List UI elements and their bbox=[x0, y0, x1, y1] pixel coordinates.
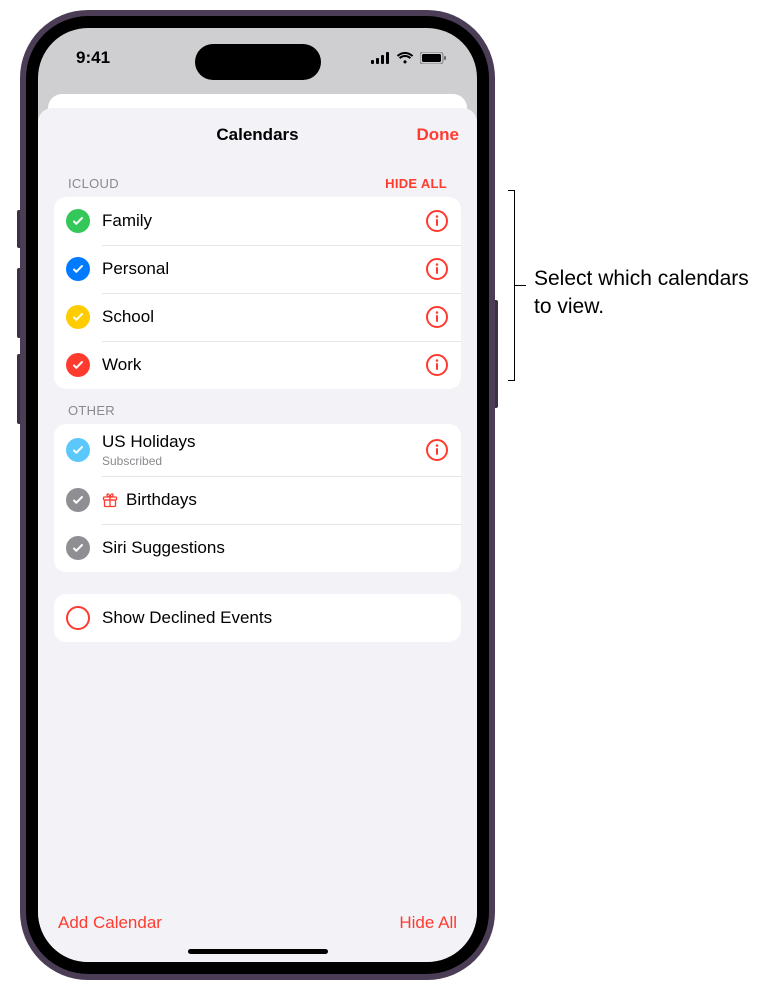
status-time: 9:41 bbox=[76, 48, 110, 68]
volume-up-button bbox=[17, 268, 20, 338]
calendar-row-us-holidays[interactable]: US Holidays Subscribed bbox=[54, 424, 461, 476]
info-icon[interactable] bbox=[425, 305, 449, 329]
info-icon[interactable] bbox=[425, 209, 449, 233]
section-title-other: OTHER bbox=[68, 403, 115, 418]
callout-text: Select which calendars to view. bbox=[534, 265, 764, 322]
calendar-label: US Holidays bbox=[102, 432, 413, 452]
calendar-label: School bbox=[102, 307, 413, 327]
iphone-frame: 9:41 bbox=[20, 10, 495, 980]
calendars-sheet: Calendars Done ICLOUD HIDE ALL bbox=[38, 108, 477, 962]
info-icon[interactable] bbox=[425, 353, 449, 377]
calendar-label-wrap: US Holidays Subscribed bbox=[102, 432, 413, 468]
section-title-icloud: ICLOUD bbox=[68, 176, 119, 191]
sheet-title: Calendars bbox=[216, 125, 298, 145]
show-declined-events-toggle[interactable]: Show Declined Events bbox=[54, 594, 461, 642]
status-icons bbox=[371, 52, 447, 64]
section-header-other: OTHER bbox=[54, 389, 461, 424]
dynamic-island bbox=[195, 44, 321, 80]
calendar-row-birthdays[interactable]: Birthdays bbox=[54, 476, 461, 524]
option-label: Show Declined Events bbox=[102, 608, 449, 628]
checkmark-icon bbox=[66, 488, 90, 512]
checkmark-icon bbox=[66, 257, 90, 281]
hide-all-icloud-button[interactable]: HIDE ALL bbox=[385, 176, 447, 191]
other-group: US Holidays Subscribed bbox=[54, 424, 461, 572]
calendar-row-work[interactable]: Work bbox=[54, 341, 461, 389]
power-button bbox=[495, 300, 498, 408]
checkmark-icon bbox=[66, 438, 90, 462]
home-indicator[interactable] bbox=[188, 949, 328, 954]
calendar-row-siri-suggestions[interactable]: Siri Suggestions bbox=[54, 524, 461, 572]
checkmark-icon bbox=[66, 305, 90, 329]
options-group: Show Declined Events bbox=[54, 594, 461, 642]
calendar-label: Birthdays bbox=[102, 490, 449, 510]
gift-icon bbox=[102, 492, 118, 508]
calendar-sublabel: Subscribed bbox=[102, 454, 413, 468]
info-icon[interactable] bbox=[425, 438, 449, 462]
volume-down-button bbox=[17, 354, 20, 424]
calendar-label: Family bbox=[102, 211, 413, 231]
calendar-row-family[interactable]: Family bbox=[54, 197, 461, 245]
unchecked-circle-icon bbox=[66, 606, 90, 630]
battery-icon bbox=[420, 52, 447, 64]
ringer-switch bbox=[17, 210, 20, 248]
checkmark-icon bbox=[66, 536, 90, 560]
cellular-icon bbox=[371, 52, 390, 64]
calendar-row-personal[interactable]: Personal bbox=[54, 245, 461, 293]
calendar-label: Siri Suggestions bbox=[102, 538, 449, 558]
screen: 9:41 bbox=[38, 28, 477, 962]
done-button[interactable]: Done bbox=[417, 108, 460, 162]
sheet-header: Calendars Done bbox=[38, 108, 477, 162]
calendar-row-school[interactable]: School bbox=[54, 293, 461, 341]
spacer bbox=[54, 572, 461, 594]
hide-all-button[interactable]: Hide All bbox=[399, 913, 457, 933]
checkmark-icon bbox=[66, 353, 90, 377]
calendar-label: Personal bbox=[102, 259, 413, 279]
callout-bracket bbox=[508, 185, 522, 385]
calendar-label-text: Birthdays bbox=[126, 490, 197, 510]
wifi-icon bbox=[396, 52, 414, 64]
checkmark-icon bbox=[66, 209, 90, 233]
section-header-icloud: ICLOUD HIDE ALL bbox=[54, 162, 461, 197]
iphone-bezel: 9:41 bbox=[26, 16, 489, 974]
add-calendar-button[interactable]: Add Calendar bbox=[58, 913, 162, 933]
sheet-footer: Add Calendar Hide All bbox=[38, 899, 477, 943]
sheet-body[interactable]: ICLOUD HIDE ALL Family bbox=[38, 162, 477, 899]
calendar-label: Work bbox=[102, 355, 413, 375]
icloud-group: Family Personal bbox=[54, 197, 461, 389]
info-icon[interactable] bbox=[425, 257, 449, 281]
